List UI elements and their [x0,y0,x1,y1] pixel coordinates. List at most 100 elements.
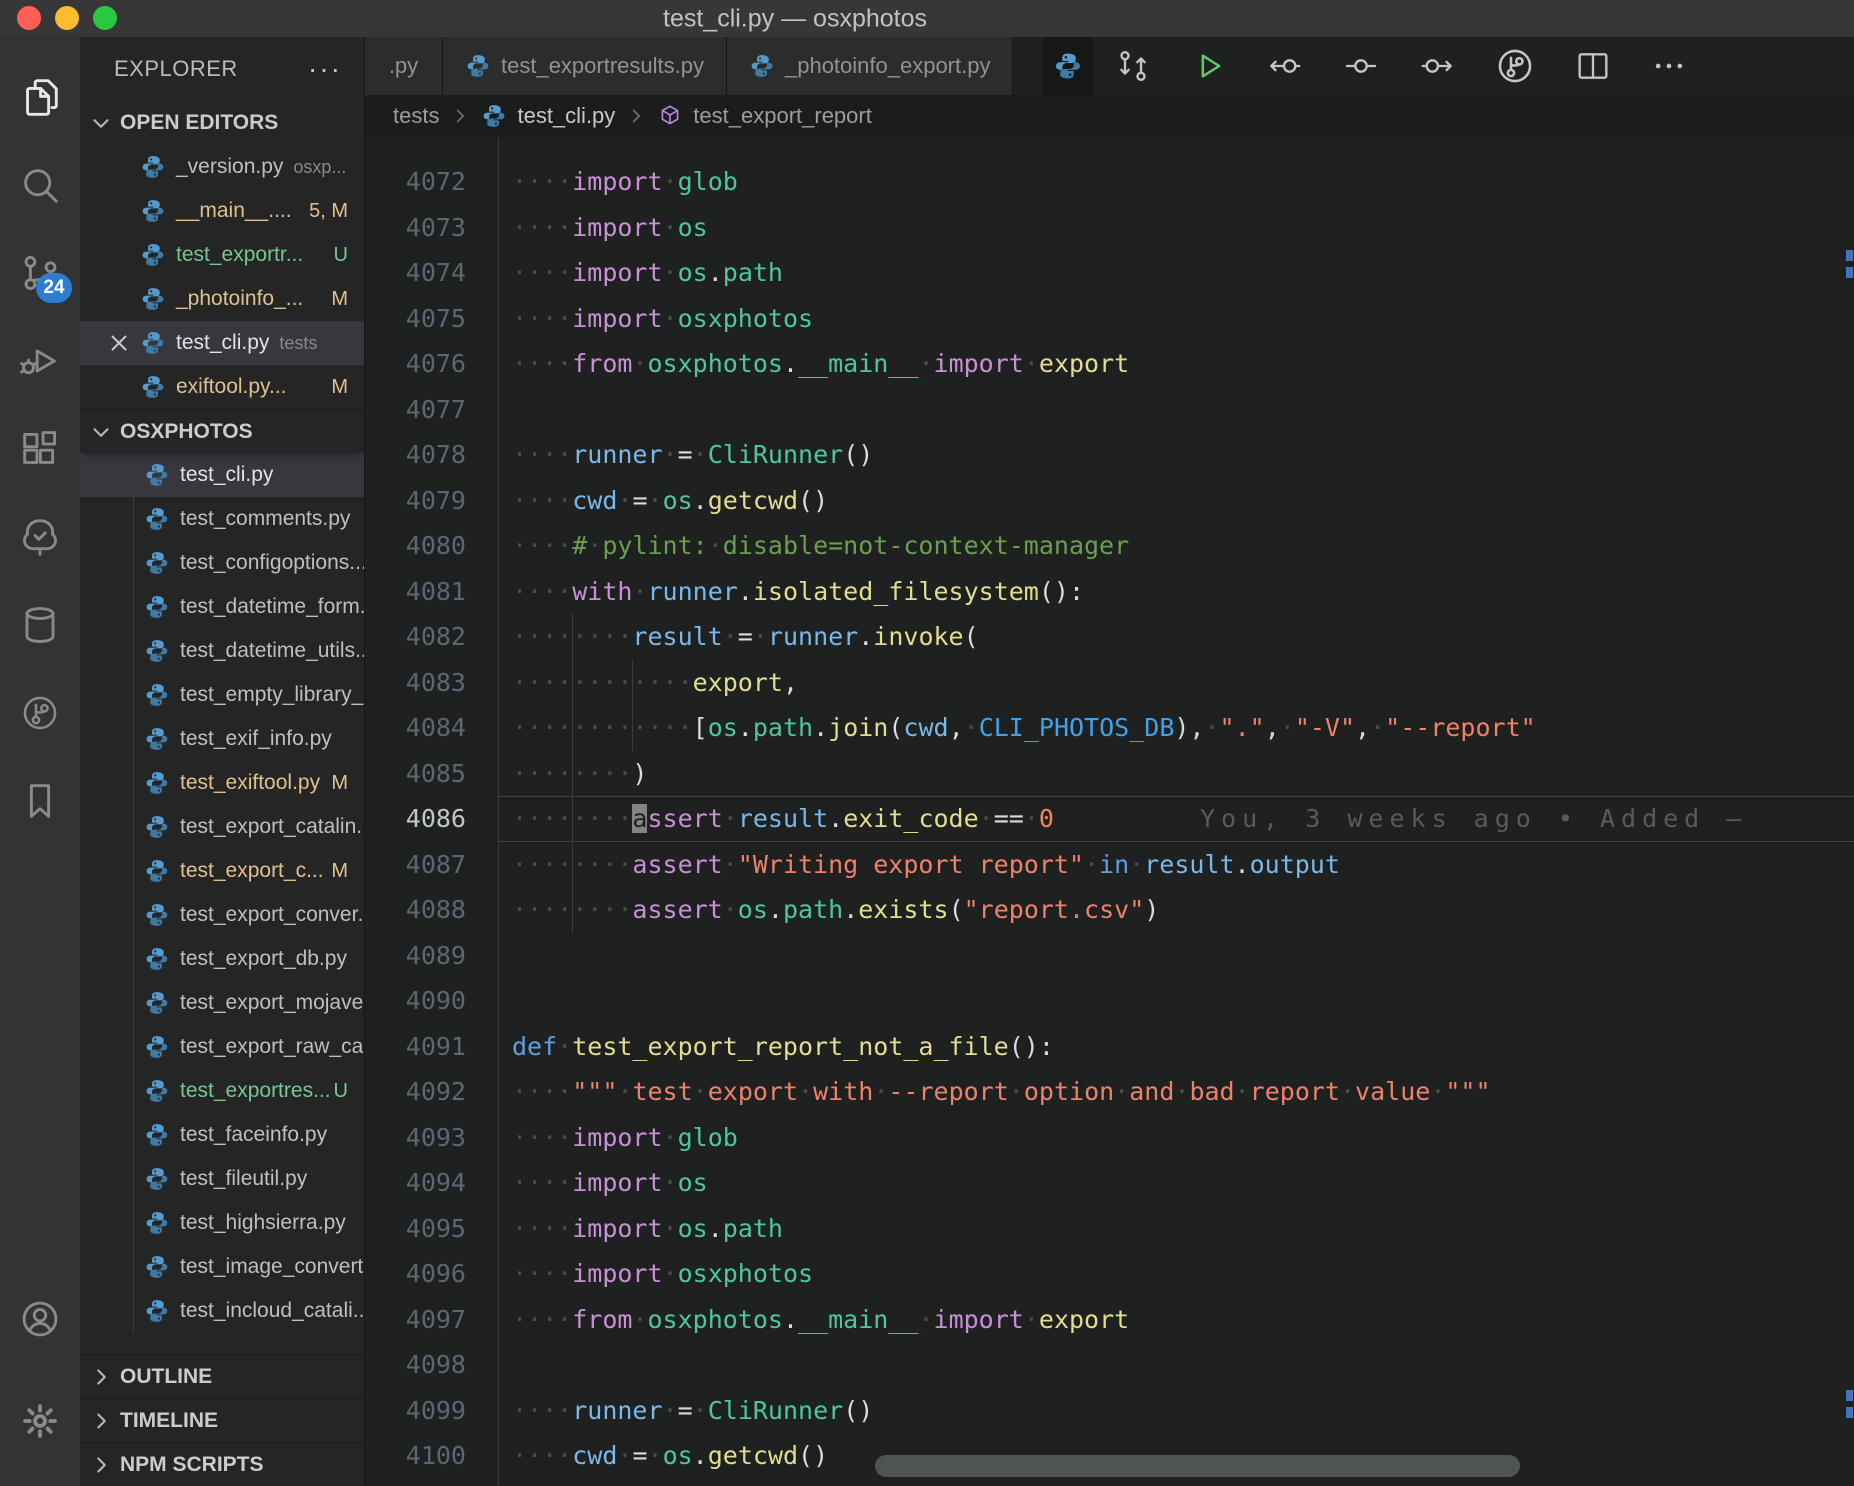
line-number[interactable]: 4100 [365,1433,466,1479]
code-line[interactable]: 4087········assert·"Writing export repor… [365,842,1854,888]
zoom-window-button[interactable] [93,6,117,30]
code-line[interactable]: 4082········result·=·runner.invoke( [365,614,1854,660]
line-number[interactable]: 4072 [365,159,466,205]
breadcrumb-item[interactable]: test_export_report [693,103,872,129]
code-line[interactable]: 4078····runner·=·CliRunner() [365,432,1854,478]
tree-item[interactable]: test_export_db.py [80,937,364,981]
tree-item[interactable]: test_datetime_utils.... [80,629,364,673]
line-number[interactable]: 4083 [365,660,466,706]
code-line[interactable]: 4092····"""·test·export·with·--report·op… [365,1069,1854,1115]
activity-source-control-icon[interactable]: 24 [0,229,80,317]
tree-item[interactable]: test_incloud_catali... [80,1289,364,1333]
previous-change-icon[interactable] [1265,46,1305,86]
line-number[interactable]: 4075 [365,296,466,342]
tree-item[interactable]: test_image_convert... [80,1245,364,1289]
section-timeline[interactable]: TIMELINE [80,1398,364,1442]
python-file-icon[interactable] [1043,37,1093,95]
gitlens-icon[interactable] [1493,44,1537,88]
activity-search-icon[interactable] [0,141,80,229]
breadcrumb-item[interactable]: test_cli.py [517,103,615,129]
code-line[interactable]: 4075····import·osxphotos [365,296,1854,342]
tree-item[interactable]: test_faceinfo.py [80,1113,364,1157]
line-number[interactable]: 4090 [365,978,466,1024]
code-line[interactable]: 4072····import·glob [365,159,1854,205]
line-number[interactable]: 4096 [365,1251,466,1297]
line-number[interactable]: 4088 [365,887,466,933]
code-line[interactable]: 4080····#·pylint:·disable=not-context-ma… [365,523,1854,569]
activity-run-debug-icon[interactable] [0,317,80,405]
code-line[interactable]: 4084············[os.path.join(cwd,·CLI_P… [365,705,1854,751]
activity-files-icon[interactable] [0,53,80,141]
code-line[interactable]: 4086········assert·result.exit_code·==·0… [365,796,1854,842]
line-number[interactable]: 4095 [365,1206,466,1252]
line-number[interactable]: 4077 [365,387,466,433]
activity-bookmarks-icon[interactable] [0,757,80,845]
line-number[interactable]: 4097 [365,1297,466,1343]
code-line[interactable]: 4074····import·os.path [365,250,1854,296]
close-icon[interactable] [106,330,132,362]
line-number[interactable]: 4086 [365,796,466,842]
line-number[interactable]: 4074 [365,250,466,296]
close-window-button[interactable] [17,6,41,30]
line-number[interactable]: 4080 [365,523,466,569]
code-line[interactable]: 4093····import·glob [365,1115,1854,1161]
open-editor-item[interactable]: test_cli.pytests [80,321,364,365]
activity-extensions-icon[interactable] [0,405,80,493]
code-line[interactable]: 4095····import·os.path [365,1206,1854,1252]
next-change-icon[interactable] [1417,46,1457,86]
code-line[interactable]: 4097····from·osxphotos.__main__·import·e… [365,1297,1854,1343]
line-number[interactable]: 4073 [365,205,466,251]
section-outline[interactable]: OUTLINE [80,1354,364,1398]
code-line[interactable]: 4077 [365,387,1854,433]
line-number[interactable]: 4098 [365,1342,466,1388]
code-line[interactable]: 4079····cwd·=·os.getcwd() [365,478,1854,524]
minimize-window-button[interactable] [55,6,79,30]
breadcrumb-item[interactable]: tests [393,103,439,129]
code-line[interactable]: 4083············export, [365,660,1854,706]
split-editor-icon[interactable] [1573,46,1613,86]
tree-item[interactable]: test_configoptions.... [80,541,364,585]
activity-settings-gear-icon[interactable] [0,1370,80,1472]
more-actions-icon[interactable] [1649,46,1689,86]
activity-test-explorer-icon[interactable] [0,493,80,581]
activity-account-icon[interactable] [0,1268,80,1370]
open-editor-item[interactable]: _photoinfo_...M [80,277,364,321]
line-number[interactable]: 4085 [365,751,466,797]
tree-item[interactable]: test_comments.py [80,497,364,541]
editor-tab[interactable]: .py [365,37,443,95]
tree-item[interactable]: test_exiftool.pyM [80,761,364,805]
code-line[interactable]: 4081····with·runner.isolated_filesystem(… [365,569,1854,615]
line-number[interactable]: 4092 [365,1069,466,1115]
line-number[interactable]: 4076 [365,341,466,387]
open-editor-item[interactable]: __main__....5, M [80,189,364,233]
code-line[interactable]: 4088········assert·os.path.exists("repor… [365,887,1854,933]
line-number[interactable]: 4091 [365,1024,466,1070]
open-editor-item[interactable]: exiftool.py...M [80,365,364,409]
code-line[interactable]: 4094····import·os [365,1160,1854,1206]
tree-item[interactable]: test_cli.py [80,453,364,497]
code-line[interactable]: 4085········) [365,751,1854,797]
line-number[interactable]: 4079 [365,478,466,524]
line-number[interactable]: 4099 [365,1388,466,1434]
code-line[interactable]: 4098 [365,1342,1854,1388]
tree-item[interactable]: test_empty_library_... [80,673,364,717]
change-icon[interactable] [1341,46,1381,86]
code-line[interactable]: 4073····import·os [365,205,1854,251]
section-npm-scripts[interactable]: NPM SCRIPTS [80,1442,364,1486]
sidebar-more-actions-icon[interactable]: ··· [308,64,342,74]
open-editors-section-header[interactable]: OPEN EDITORS [80,101,364,145]
line-number[interactable]: 4093 [365,1115,466,1161]
open-editor-item[interactable]: _version.pyosxp... [80,145,364,189]
code-line[interactable]: 4090 [365,978,1854,1024]
code-line[interactable]: 4076····from·osxphotos.__main__·import·e… [365,341,1854,387]
line-number[interactable]: 4081 [365,569,466,615]
tree-item[interactable]: test_export_c...M [80,849,364,893]
line-number[interactable]: 4084 [365,705,466,751]
line-number[interactable]: 4089 [365,933,466,979]
run-file-icon[interactable] [1189,46,1229,86]
activity-gitlens-icon[interactable] [0,669,80,757]
project-section-header[interactable]: OSXPHOTOS [80,409,364,453]
tree-item[interactable]: test_export_raw_ca... [80,1025,364,1069]
tree-item[interactable]: test_highsierra.py [80,1201,364,1245]
open-changes-icon[interactable] [1113,46,1153,86]
